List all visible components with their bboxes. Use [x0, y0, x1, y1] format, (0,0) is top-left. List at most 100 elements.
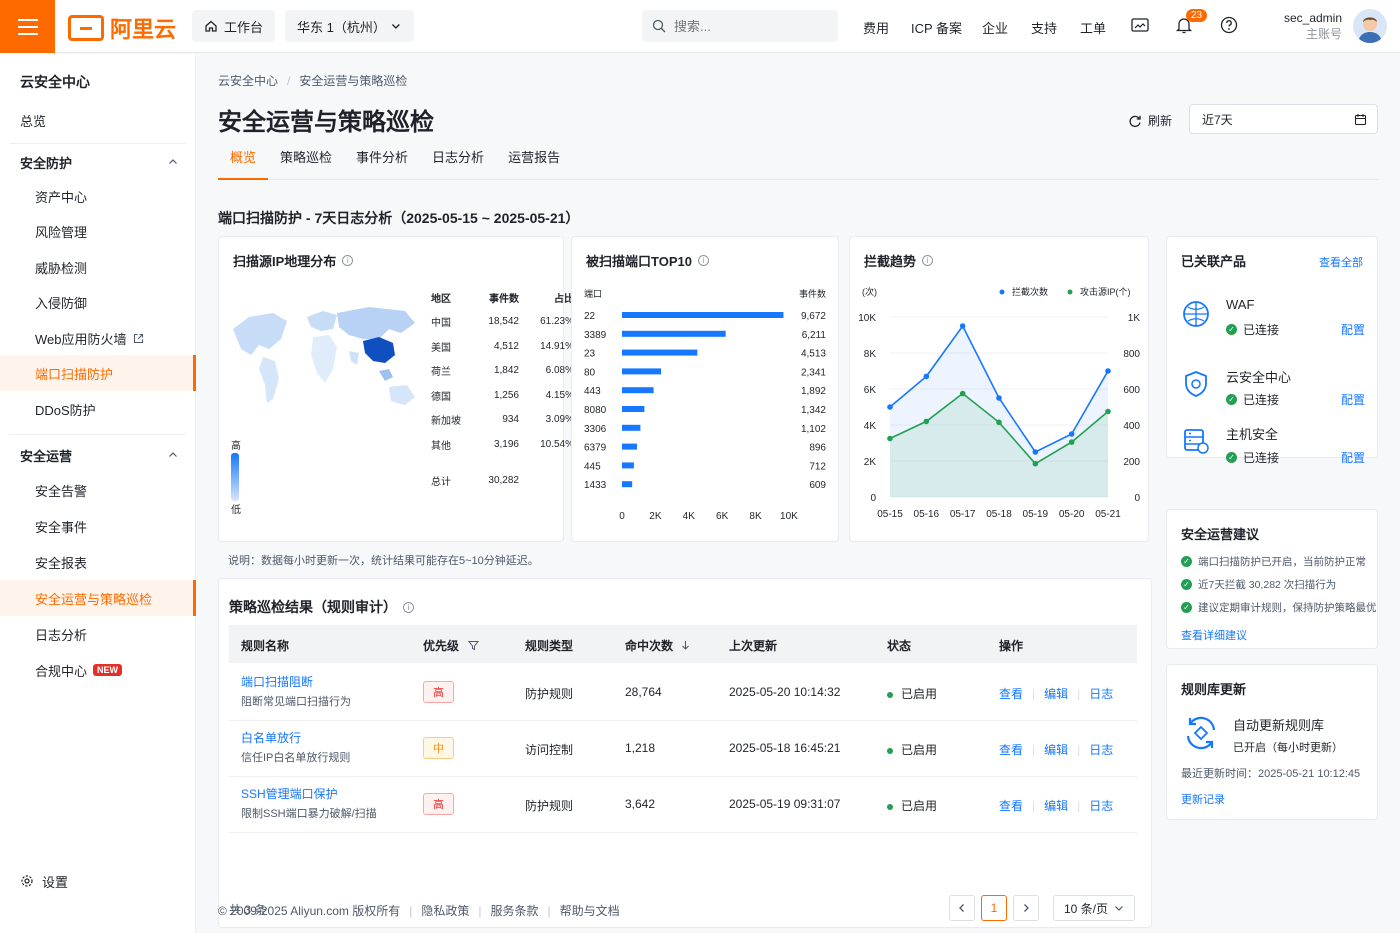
- sidebar-item-events[interactable]: 安全事件: [0, 508, 196, 544]
- bar: [622, 443, 637, 450]
- next-page-button[interactable]: [1013, 895, 1039, 921]
- nav-billing[interactable]: 费用: [863, 18, 889, 37]
- nav-enterprise[interactable]: 企业: [982, 18, 1008, 37]
- page-size-select[interactable]: 10 条/页: [1053, 895, 1135, 921]
- rule-name-link[interactable]: 端口扫描阻断: [241, 673, 313, 690]
- page-title: 安全运营与策略巡检: [218, 109, 434, 136]
- log-link[interactable]: 日志: [1089, 799, 1113, 813]
- info-icon[interactable]: i: [922, 255, 934, 266]
- status-cell: 已启用: [887, 685, 937, 702]
- user-info[interactable]: sec_admin 主账号: [1270, 10, 1342, 42]
- log-link[interactable]: 日志: [1089, 687, 1113, 701]
- configure-link[interactable]: 配置: [1341, 449, 1365, 466]
- avatar[interactable]: [1353, 9, 1387, 43]
- info-icon[interactable]: i: [697, 255, 709, 266]
- auto-update-status: 已开启（每小时更新）: [1233, 742, 1343, 754]
- sidebar-item-ops-inspection[interactable]: 安全运营与策略巡检: [0, 580, 196, 616]
- bar-value-label: 9,672: [801, 311, 826, 322]
- sort-down-icon[interactable]: [681, 640, 690, 651]
- rule-desc: 信任IP白名单放行规则: [241, 752, 351, 764]
- bar-category-label: 8080: [584, 405, 607, 416]
- rule-name-link[interactable]: SSH管理端口保护: [241, 785, 338, 802]
- product-item-host-security: 主机安全 ✓ 已连接 配置: [1181, 427, 1365, 465]
- filter-icon[interactable]: [468, 640, 480, 651]
- edit-link[interactable]: 编辑: [1044, 687, 1068, 701]
- nav-icp[interactable]: ICP 备案: [911, 18, 962, 37]
- sidebar-item-overview[interactable]: 总览: [0, 102, 196, 138]
- nav-ticket[interactable]: 工单: [1080, 18, 1106, 37]
- workbench-label: 工作台: [224, 19, 264, 35]
- region-select[interactable]: 华东 1（杭州）: [285, 10, 414, 42]
- sidebar-item-settings[interactable]: 设置: [0, 863, 196, 899]
- bar-category-label: 445: [584, 461, 601, 472]
- sidebar-item-threat[interactable]: 威胁检测: [0, 249, 196, 285]
- edit-link[interactable]: 编辑: [1044, 799, 1068, 813]
- terms-link[interactable]: 服务条款: [491, 904, 539, 918]
- breadcrumb-root[interactable]: 云安全中心: [218, 74, 278, 88]
- sidebar-item-port-scan[interactable]: 端口扫描防护: [0, 355, 196, 391]
- refresh-button[interactable]: 刷新: [1128, 112, 1172, 129]
- rule-name-link[interactable]: 白名单放行: [241, 729, 301, 746]
- x-tick-label: 4K: [683, 511, 696, 522]
- y-left-tick: 0: [870, 493, 876, 504]
- update-history-link[interactable]: 更新记录: [1181, 791, 1225, 807]
- geo-region: 荷兰: [431, 367, 451, 379]
- sidebar-item-waf[interactable]: Web应用防火墙: [0, 320, 196, 356]
- series-point: [887, 404, 893, 410]
- sidebar-item-log-analysis[interactable]: 日志分析: [0, 616, 196, 652]
- nav-support[interactable]: 支持: [1031, 18, 1057, 37]
- date-range-picker[interactable]: 近7天: [1189, 104, 1378, 134]
- view-link[interactable]: 查看: [999, 687, 1023, 701]
- bar: [622, 424, 641, 431]
- configure-link[interactable]: 配置: [1341, 321, 1365, 338]
- sidebar-group-protection[interactable]: 安全防护: [0, 144, 196, 180]
- breadcrumb: 云安全中心 / 安全运营与策略巡检: [218, 74, 408, 88]
- menu-icon[interactable]: [0, 0, 55, 53]
- help-link[interactable]: 帮助与文档: [560, 904, 620, 918]
- page-button-current[interactable]: 1: [981, 895, 1007, 921]
- legend-label: 攻击源IP(个): [1080, 286, 1131, 297]
- col-priority[interactable]: 优先级: [423, 637, 480, 654]
- info-icon[interactable]: i: [342, 255, 354, 266]
- screen-icon[interactable]: [1130, 15, 1150, 35]
- tab-inspection[interactable]: 策略巡检: [268, 150, 344, 180]
- log-link[interactable]: 日志: [1089, 743, 1113, 757]
- y-left-tick: 2K: [864, 457, 877, 468]
- col-status: 状态: [887, 639, 912, 653]
- sidebar-group-operations[interactable]: 安全运营: [0, 437, 196, 473]
- sidebar-item-compliance[interactable]: 合规中心 NEW: [0, 652, 196, 688]
- help-icon[interactable]: [1219, 15, 1239, 35]
- tab-overview[interactable]: 概览: [218, 150, 269, 180]
- col-last-update: 上次更新: [729, 639, 778, 653]
- y-left-tick: 6K: [864, 385, 877, 396]
- prev-page-button[interactable]: [949, 895, 975, 921]
- detail-suggestions-link[interactable]: 查看详细建议: [1181, 627, 1247, 643]
- sidebar-item-ips[interactable]: 入侵防御: [0, 284, 196, 320]
- tab-event-analysis[interactable]: 事件分析: [344, 150, 420, 180]
- sidebar-item-risk[interactable]: 风险管理: [0, 213, 196, 249]
- col-hits[interactable]: 命中次数: [625, 637, 690, 654]
- edit-link[interactable]: 编辑: [1044, 743, 1068, 757]
- tab-bar: 概览 策略巡检 事件分析 日志分析 运营报告: [218, 150, 1378, 180]
- tab-report[interactable]: 运营报告: [496, 150, 572, 180]
- series-point: [959, 390, 966, 397]
- aliyun-logo[interactable]: 阿里云: [68, 12, 176, 44]
- tab-log-analysis[interactable]: 日志分析: [420, 150, 496, 180]
- sidebar-item-assets[interactable]: 资产中心: [0, 178, 196, 214]
- view-link[interactable]: 查看: [999, 743, 1023, 757]
- view-link[interactable]: 查看: [999, 799, 1023, 813]
- geo-pct: 10.54%: [540, 438, 574, 450]
- workbench-button[interactable]: 工作台: [192, 10, 276, 42]
- sidebar-item-reports[interactable]: 安全报表: [0, 544, 196, 580]
- priority-badge: 高: [423, 681, 454, 703]
- sidebar-item-alerts[interactable]: 安全告警: [0, 472, 196, 508]
- configure-link[interactable]: 配置: [1341, 391, 1365, 408]
- search-input[interactable]: [674, 18, 824, 34]
- info-icon[interactable]: i: [403, 601, 414, 613]
- privacy-link[interactable]: 隐私政策: [421, 904, 469, 918]
- y-left-tick: 10K: [858, 313, 876, 324]
- search-box[interactable]: [642, 10, 838, 42]
- view-all-link[interactable]: 查看全部: [1319, 254, 1363, 270]
- sidebar-item-ddos[interactable]: DDoS防护: [0, 391, 196, 427]
- suggestion-text: 近7天拦截 30,282 次扫描行为: [1198, 579, 1337, 591]
